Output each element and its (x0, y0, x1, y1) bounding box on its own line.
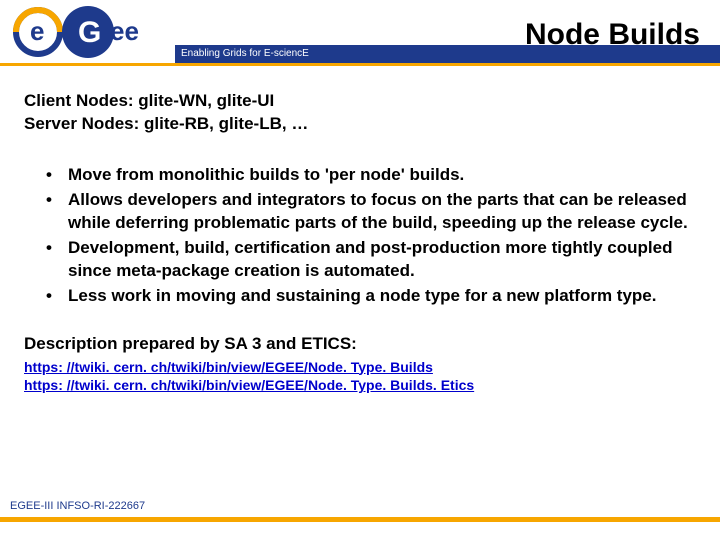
egee-logo: e G ee (10, 2, 170, 62)
tagline-bar: Enabling Grids for E-sciencE (175, 45, 720, 63)
list-item: Development, build, certification and po… (64, 237, 696, 283)
list-item: Allows developers and integrators to foc… (64, 189, 696, 235)
content-area: Client Nodes: glite-WN, glite-UI Server … (0, 70, 720, 395)
node-lines: Client Nodes: glite-WN, glite-UI Server … (24, 90, 696, 136)
footer-bar (0, 517, 720, 522)
svg-text:ee: ee (110, 16, 139, 46)
list-item: Less work in moving and sustaining a nod… (64, 285, 696, 308)
link-nodetypebuilds-etics[interactable]: https: //twiki. cern. ch/twiki/bin/view/… (24, 376, 696, 395)
links-block: https: //twiki. cern. ch/twiki/bin/view/… (24, 358, 696, 396)
bullet-list: Move from monolithic builds to 'per node… (24, 164, 696, 308)
link-nodetypebuilds[interactable]: https: //twiki. cern. ch/twiki/bin/view/… (24, 358, 696, 377)
svg-text:G: G (78, 16, 101, 49)
header: e G ee Node Builds Enabling Grids for E-… (0, 0, 720, 70)
svg-text:e: e (30, 16, 44, 46)
header-divider (0, 63, 720, 66)
footer: EGEE-III INFSO-RI-222667 (0, 514, 720, 530)
description-heading: Description prepared by SA 3 and ETICS: (24, 334, 696, 354)
client-nodes-line: Client Nodes: glite-WN, glite-UI (24, 90, 696, 113)
footer-text: EGEE-III INFSO-RI-222667 (10, 500, 145, 512)
server-nodes-line: Server Nodes: glite-RB, glite-LB, … (24, 113, 696, 136)
list-item: Move from monolithic builds to 'per node… (64, 164, 696, 187)
